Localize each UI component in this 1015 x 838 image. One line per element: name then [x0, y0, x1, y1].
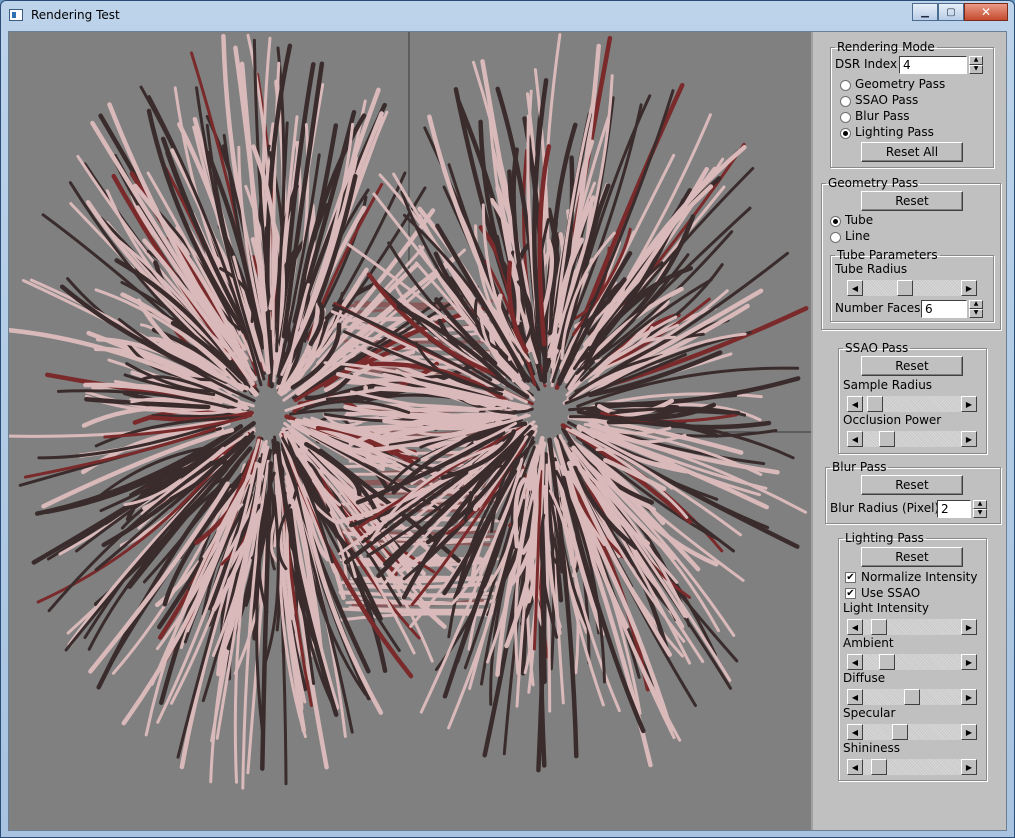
scroll-right-arrow-icon[interactable]: ▶: [961, 431, 977, 447]
shininess-slider[interactable]: ◀ ▶: [847, 759, 977, 775]
scroll-right-arrow-icon[interactable]: ▶: [961, 689, 977, 705]
dsr-index-spinner[interactable]: ▲ ▼: [969, 56, 983, 74]
scroll-left-arrow-icon[interactable]: ◀: [847, 654, 863, 670]
specular-slider[interactable]: ◀ ▶: [847, 724, 977, 740]
app-window: Rendering Test ▁ ▢ ✕ Rendering Mode DSR …: [0, 0, 1015, 838]
geometry-pass-legend: Geometry Pass: [828, 176, 919, 190]
occlusion-power-label: Occlusion Power: [843, 413, 942, 427]
title-bar[interactable]: Rendering Test ▁ ▢ ✕: [1, 1, 1014, 31]
use-ssao-checkbox[interactable]: ✔: [845, 588, 856, 599]
rendering-mode-legend: Rendering Mode: [837, 40, 935, 54]
specular-label: Specular: [843, 706, 896, 720]
app-icon: [9, 9, 23, 21]
scroll-right-arrow-icon[interactable]: ▶: [961, 396, 977, 412]
blur-radius-label: Blur Radius (Pixel): [830, 501, 940, 515]
scroll-right-arrow-icon[interactable]: ▶: [961, 724, 977, 740]
tube-radius-label: Tube Radius: [835, 262, 908, 276]
reset-all-button[interactable]: Reset All: [861, 142, 963, 162]
tube-radius-slider[interactable]: ◀ ▶: [847, 280, 977, 296]
slider-thumb[interactable]: [879, 654, 896, 670]
slider-thumb[interactable]: [891, 724, 908, 740]
diffuse-slider[interactable]: ◀ ▶: [847, 689, 977, 705]
dsr-index-input[interactable]: 4: [899, 56, 967, 74]
radio-blur-pass-label: Blur Pass: [855, 109, 910, 123]
radio-lighting-pass-label: Lighting Pass: [855, 125, 934, 139]
number-faces-input[interactable]: 6: [921, 300, 967, 318]
scroll-right-arrow-icon[interactable]: ▶: [961, 280, 977, 296]
scroll-left-arrow-icon[interactable]: ◀: [847, 689, 863, 705]
slider-thumb[interactable]: [897, 280, 914, 296]
scroll-left-arrow-icon[interactable]: ◀: [847, 759, 863, 775]
blur-pass-legend: Blur Pass: [832, 460, 887, 474]
blur-radius-input[interactable]: 2: [937, 500, 971, 518]
close-button[interactable]: ✕: [964, 3, 1008, 21]
lighting-reset-button[interactable]: Reset: [861, 547, 963, 567]
scroll-right-arrow-icon[interactable]: ▶: [961, 654, 977, 670]
spin-down-icon: ▼: [973, 509, 987, 518]
radio-lighting-pass[interactable]: [840, 128, 851, 139]
use-ssao-label: Use SSAO: [861, 586, 921, 600]
scroll-left-arrow-icon[interactable]: ◀: [847, 396, 863, 412]
close-icon: ✕: [980, 5, 992, 19]
scroll-left-arrow-icon[interactable]: ◀: [847, 724, 863, 740]
spin-up-icon: ▲: [973, 500, 987, 509]
fiber-tract-render: [9, 32, 811, 790]
scroll-left-arrow-icon[interactable]: ◀: [847, 619, 863, 635]
shininess-label: Shininess: [843, 741, 900, 755]
scroll-left-arrow-icon[interactable]: ◀: [847, 431, 863, 447]
radio-blur-pass[interactable]: [840, 112, 851, 123]
occlusion-power-slider[interactable]: ◀ ▶: [847, 431, 977, 447]
minimize-button[interactable]: ▁: [912, 3, 938, 21]
control-panel: Rendering Mode DSR Index 4 ▲ ▼ Geometry P…: [811, 32, 1006, 830]
minimize-icon: ▁: [921, 6, 929, 18]
dsr-index-label: DSR Index: [835, 57, 898, 71]
spin-down-icon: ▼: [969, 65, 983, 74]
spin-up-icon: ▲: [969, 56, 983, 65]
radio-line[interactable]: [830, 232, 841, 243]
ssao-reset-button[interactable]: Reset: [861, 356, 963, 376]
geometry-reset-button[interactable]: Reset: [861, 191, 963, 211]
maximize-icon: ▢: [946, 6, 956, 18]
radio-geometry-pass-label: Geometry Pass: [855, 77, 946, 91]
ssao-pass-legend: SSAO Pass: [845, 341, 909, 355]
normalize-intensity-label: Normalize Intensity: [861, 570, 978, 584]
maximize-button[interactable]: ▢: [938, 3, 964, 21]
diffuse-label: Diffuse: [843, 671, 886, 685]
radio-tube[interactable]: [830, 216, 841, 227]
radio-tube-label: Tube: [845, 213, 874, 227]
radio-geometry-pass[interactable]: [840, 80, 851, 91]
ambient-slider[interactable]: ◀ ▶: [847, 654, 977, 670]
radio-ssao-pass-label: SSAO Pass: [855, 93, 919, 107]
ambient-label: Ambient: [843, 636, 894, 650]
render-viewport[interactable]: [9, 32, 811, 830]
number-faces-spinner[interactable]: ▲ ▼: [969, 300, 983, 318]
slider-thumb[interactable]: [871, 619, 888, 635]
lighting-pass-legend: Lighting Pass: [845, 531, 924, 545]
radio-line-label: Line: [845, 229, 871, 243]
scroll-right-arrow-icon[interactable]: ▶: [961, 619, 977, 635]
scroll-left-arrow-icon[interactable]: ◀: [847, 280, 863, 296]
client-area: Rendering Mode DSR Index 4 ▲ ▼ Geometry P…: [8, 31, 1007, 831]
number-faces-label: Number Faces: [835, 301, 921, 315]
scroll-right-arrow-icon[interactable]: ▶: [961, 759, 977, 775]
slider-thumb[interactable]: [904, 689, 920, 705]
blur-reset-button[interactable]: Reset: [861, 475, 963, 495]
slider-thumb[interactable]: [879, 431, 896, 447]
sample-radius-label: Sample Radius: [843, 378, 933, 392]
slider-thumb[interactable]: [871, 759, 888, 775]
sample-radius-slider[interactable]: ◀ ▶: [847, 396, 977, 412]
normalize-intensity-checkbox[interactable]: ✔: [845, 572, 856, 583]
slider-thumb[interactable]: [867, 396, 884, 412]
window-title: Rendering Test: [31, 8, 120, 22]
tube-parameters-legend: Tube Parameters: [837, 248, 938, 262]
radio-ssao-pass[interactable]: [840, 96, 851, 107]
light-intensity-slider[interactable]: ◀ ▶: [847, 619, 977, 635]
blur-radius-spinner[interactable]: ▲ ▼: [973, 500, 987, 518]
spin-down-icon: ▼: [969, 309, 983, 318]
light-intensity-label: Light Intensity: [843, 601, 929, 615]
spin-up-icon: ▲: [969, 300, 983, 309]
